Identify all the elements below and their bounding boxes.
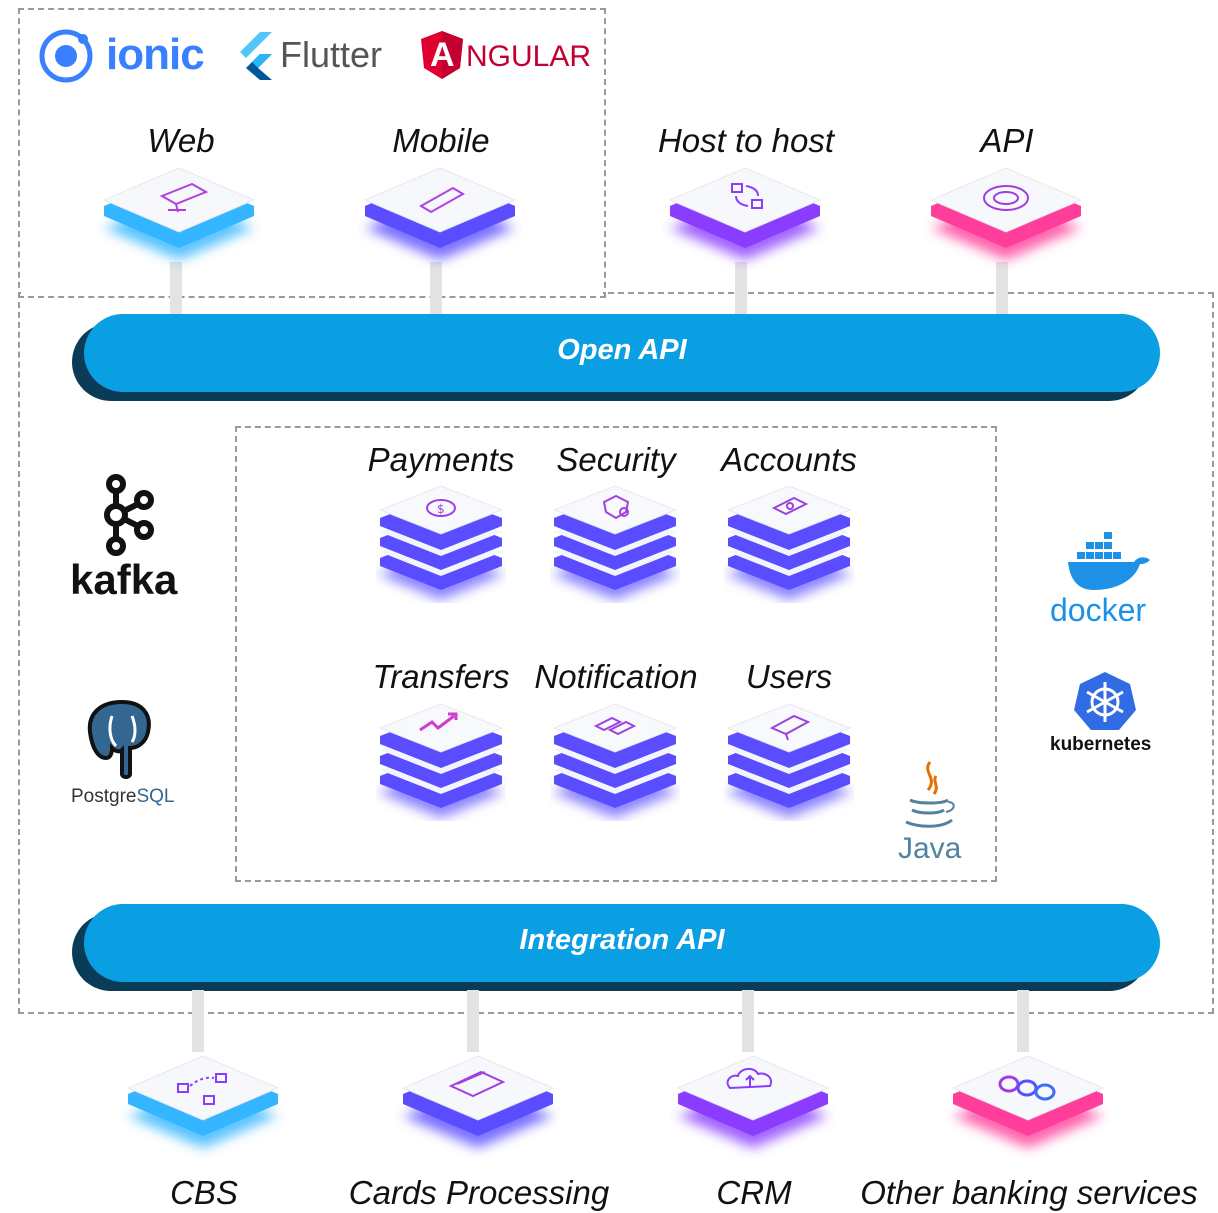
channel-label-mobile: Mobile (392, 122, 490, 159)
kubernetes-logo: kubernetes (1046, 670, 1176, 760)
backend-tile-cbs (120, 1048, 286, 1158)
connector-cards-processing (467, 990, 479, 1052)
channel-label-web: Web (147, 122, 215, 159)
channel-tile-api (923, 160, 1089, 270)
java-cup-icon (905, 761, 955, 828)
ionic-icon (39, 29, 93, 83)
backend-label-crm: CRM (716, 1174, 792, 1211)
connector-web (170, 262, 182, 320)
service-stack-accounts (724, 478, 854, 603)
backend-tile-other-services (945, 1048, 1111, 1158)
kafka-wordmark: kafka (70, 556, 178, 603)
service-stack-transfers (376, 696, 506, 821)
service-label-security: Security (556, 441, 676, 478)
postgresql-wordmark-b: SQL (136, 786, 175, 807)
service-label-payments: Payments (367, 441, 515, 478)
integration-api-label: Integration API (519, 924, 725, 956)
postgresql-elephant-icon (87, 699, 151, 779)
connector-api (996, 262, 1008, 320)
service-label-transfers: Transfers (372, 658, 510, 695)
service-stack-security (550, 478, 680, 603)
docker-whale-icon (1068, 532, 1150, 590)
backend-tile-cards-processing (395, 1048, 561, 1158)
flutter-icon (240, 32, 272, 80)
docker-logo: docker (1048, 530, 1168, 630)
kubernetes-wheel-icon (1074, 672, 1136, 730)
connector-other-services (1017, 990, 1029, 1052)
flutter-wordmark: Flutter (280, 34, 383, 75)
connector-host-to-host (735, 262, 747, 320)
channel-tile-host-to-host (662, 160, 828, 270)
service-label-users: Users (745, 658, 833, 695)
frame-overlap-mask (21, 290, 603, 296)
svg-text:$: $ (437, 502, 445, 516)
channel-tile-web (96, 160, 262, 270)
integration-api-bar: Integration API (84, 904, 1160, 982)
java-wordmark: Java (898, 832, 962, 865)
connector-cbs (192, 990, 204, 1052)
kafka-logo: kafka (70, 474, 190, 604)
backend-label-cbs: CBS (170, 1174, 238, 1211)
open-api-bar: Open API (84, 314, 1160, 392)
ionic-wordmark: ionic (106, 30, 205, 79)
channel-tile-mobile (357, 160, 523, 270)
backend-label-cards-processing: Cards Processing (348, 1174, 610, 1211)
docker-wordmark: docker (1050, 592, 1147, 628)
service-stack-notification (550, 696, 680, 821)
ionic-logo: ionic (38, 28, 218, 84)
open-api-label: Open API (557, 334, 687, 366)
service-stack-payments: $ (376, 478, 506, 603)
angular-letter-a: A (430, 36, 455, 74)
backend-label-other-services: Other banking services (860, 1174, 1198, 1211)
flutter-logo: Flutter (236, 30, 396, 82)
service-stack-users (724, 696, 854, 821)
kafka-icon (104, 474, 154, 556)
channel-label-api: API (980, 122, 1034, 159)
service-label-notification: Notification (534, 658, 698, 695)
angular-logo: A NGULAR (420, 30, 592, 82)
backend-tile-crm (670, 1048, 836, 1158)
connector-mobile (430, 262, 442, 320)
angular-wordmark: NGULAR (466, 40, 592, 73)
channel-label-host-to-host: Host to host (657, 122, 835, 159)
kubernetes-wordmark: kubernetes (1050, 734, 1152, 755)
java-logo: Java (892, 760, 962, 870)
connector-crm (742, 990, 754, 1052)
postgresql-wordmark-a: Postgre (71, 786, 137, 807)
postgresql-logo: PostgreSQL (68, 698, 198, 813)
service-label-accounts: Accounts (721, 441, 857, 478)
